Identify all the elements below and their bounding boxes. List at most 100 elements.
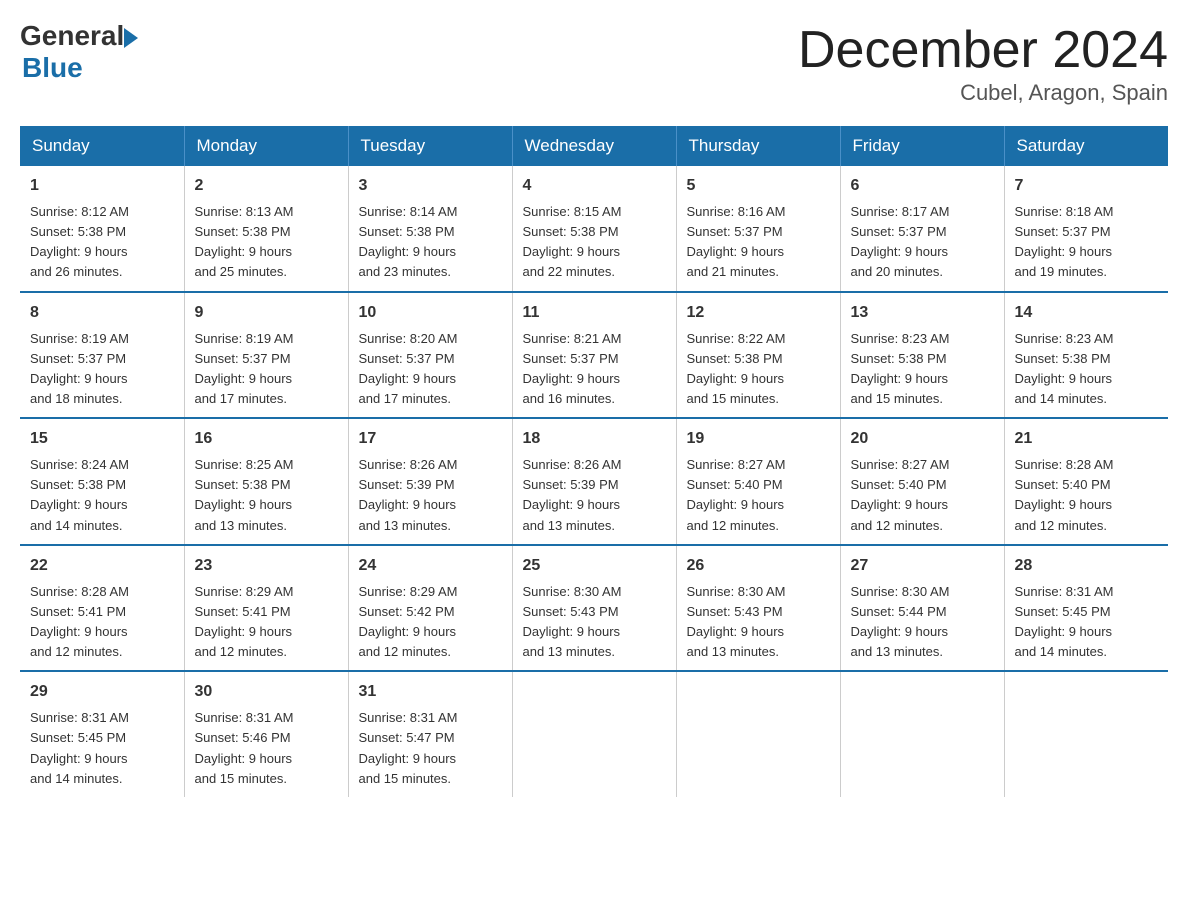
day-number: 23: [195, 554, 338, 578]
calendar-week-row: 22Sunrise: 8:28 AMSunset: 5:41 PMDayligh…: [20, 545, 1168, 672]
calendar-day-cell: 4 Sunrise: 8:15 AMSunset: 5:38 PMDaylight…: [512, 166, 676, 292]
calendar-day-cell: 30 Sunrise: 8:31 AMSunset: 5:46 PMDayligh…: [184, 671, 348, 797]
calendar-day-cell: 3 Sunrise: 8:14 AMSunset: 5:38 PMDaylight…: [348, 166, 512, 292]
day-number: 15: [30, 427, 174, 451]
calendar-header-row: SundayMondayTuesdayWednesdayThursdayFrid…: [20, 126, 1168, 166]
day-number: 29: [30, 680, 174, 704]
calendar-day-cell: 10Sunrise: 8:20 AMSunset: 5:37 PMDayligh…: [348, 292, 512, 419]
calendar-day-cell: 15 Sunrise: 8:24 AMSunset: 5:38 PMDayligh…: [20, 418, 184, 545]
day-info: Sunrise: 8:26 AMSunset: 5:39 PMDaylight:…: [359, 455, 502, 536]
day-info: Sunrise: 8:30 AMSunset: 5:43 PMDaylight:…: [523, 582, 666, 663]
day-info: Sunrise: 8:27 AMSunset: 5:40 PMDaylight:…: [687, 455, 830, 536]
day-info: Sunrise: 8:24 AMSunset: 5:38 PMDaylight:…: [30, 455, 174, 536]
calendar-week-row: 29 Sunrise: 8:31 AMSunset: 5:45 PMDayligh…: [20, 671, 1168, 797]
page-header: General Blue December 2024 Cubel, Aragon…: [20, 20, 1168, 106]
day-info: Sunrise: 8:31 AMSunset: 5:45 PMDaylight:…: [30, 708, 174, 789]
day-number: 26: [687, 554, 830, 578]
day-info: Sunrise: 8:19 AMSunset: 5:37 PMDaylight:…: [30, 329, 174, 410]
title-section: December 2024 Cubel, Aragon, Spain: [798, 20, 1168, 106]
day-number: 30: [195, 680, 338, 704]
calendar-day-cell: 18 Sunrise: 8:26 AMSunset: 5:39 PMDayligh…: [512, 418, 676, 545]
calendar-day-cell: 9 Sunrise: 8:19 AMSunset: 5:37 PMDaylight…: [184, 292, 348, 419]
day-info: Sunrise: 8:30 AMSunset: 5:44 PMDaylight:…: [851, 582, 994, 663]
day-number: 3: [359, 174, 502, 198]
calendar-day-cell: 5 Sunrise: 8:16 AMSunset: 5:37 PMDaylight…: [676, 166, 840, 292]
day-number: 4: [523, 174, 666, 198]
day-number: 25: [523, 554, 666, 578]
day-number: 16: [195, 427, 338, 451]
day-info: Sunrise: 8:28 AMSunset: 5:40 PMDaylight:…: [1015, 455, 1159, 536]
day-number: 20: [851, 427, 994, 451]
day-number: 28: [1015, 554, 1159, 578]
day-number: 19: [687, 427, 830, 451]
day-info: Sunrise: 8:23 AMSunset: 5:38 PMDaylight:…: [1015, 329, 1159, 410]
calendar-day-cell: 31 Sunrise: 8:31 AMSunset: 5:47 PMDayligh…: [348, 671, 512, 797]
calendar-day-cell: [1004, 671, 1168, 797]
calendar-day-cell: 1 Sunrise: 8:12 AMSunset: 5:38 PMDaylight…: [20, 166, 184, 292]
calendar-day-cell: 8 Sunrise: 8:19 AMSunset: 5:37 PMDaylight…: [20, 292, 184, 419]
day-number: 17: [359, 427, 502, 451]
day-of-week-header: Friday: [840, 126, 1004, 166]
calendar-week-row: 15 Sunrise: 8:24 AMSunset: 5:38 PMDayligh…: [20, 418, 1168, 545]
calendar-day-cell: [676, 671, 840, 797]
day-of-week-header: Monday: [184, 126, 348, 166]
calendar-day-cell: 17 Sunrise: 8:26 AMSunset: 5:39 PMDayligh…: [348, 418, 512, 545]
calendar-day-cell: 27 Sunrise: 8:30 AMSunset: 5:44 PMDayligh…: [840, 545, 1004, 672]
day-info: Sunrise: 8:31 AMSunset: 5:46 PMDaylight:…: [195, 708, 338, 789]
day-of-week-header: Thursday: [676, 126, 840, 166]
day-info: Sunrise: 8:27 AMSunset: 5:40 PMDaylight:…: [851, 455, 994, 536]
calendar-day-cell: 28Sunrise: 8:31 AMSunset: 5:45 PMDayligh…: [1004, 545, 1168, 672]
calendar-day-cell: [512, 671, 676, 797]
day-number: 5: [687, 174, 830, 198]
location-subtitle: Cubel, Aragon, Spain: [798, 80, 1168, 106]
logo-general-text: General: [20, 20, 124, 52]
day-info: Sunrise: 8:16 AMSunset: 5:37 PMDaylight:…: [687, 202, 830, 283]
day-number: 18: [523, 427, 666, 451]
day-info: Sunrise: 8:29 AMSunset: 5:42 PMDaylight:…: [359, 582, 502, 663]
day-number: 8: [30, 301, 174, 325]
day-info: Sunrise: 8:17 AMSunset: 5:37 PMDaylight:…: [851, 202, 994, 283]
calendar-day-cell: 24 Sunrise: 8:29 AMSunset: 5:42 PMDayligh…: [348, 545, 512, 672]
day-number: 11: [523, 301, 666, 325]
day-info: Sunrise: 8:14 AMSunset: 5:38 PMDaylight:…: [359, 202, 502, 283]
calendar-day-cell: [840, 671, 1004, 797]
calendar-day-cell: 20 Sunrise: 8:27 AMSunset: 5:40 PMDayligh…: [840, 418, 1004, 545]
calendar-week-row: 1 Sunrise: 8:12 AMSunset: 5:38 PMDaylight…: [20, 166, 1168, 292]
day-number: 2: [195, 174, 338, 198]
day-info: Sunrise: 8:28 AMSunset: 5:41 PMDaylight:…: [30, 582, 174, 663]
day-number: 12: [687, 301, 830, 325]
day-number: 6: [851, 174, 994, 198]
day-number: 9: [195, 301, 338, 325]
calendar-day-cell: 2Sunrise: 8:13 AMSunset: 5:38 PMDaylight…: [184, 166, 348, 292]
calendar-day-cell: 12Sunrise: 8:22 AMSunset: 5:38 PMDayligh…: [676, 292, 840, 419]
day-info: Sunrise: 8:21 AMSunset: 5:37 PMDaylight:…: [523, 329, 666, 410]
day-of-week-header: Saturday: [1004, 126, 1168, 166]
day-number: 27: [851, 554, 994, 578]
calendar-day-cell: 25 Sunrise: 8:30 AMSunset: 5:43 PMDayligh…: [512, 545, 676, 672]
calendar-day-cell: 21Sunrise: 8:28 AMSunset: 5:40 PMDayligh…: [1004, 418, 1168, 545]
day-info: Sunrise: 8:19 AMSunset: 5:37 PMDaylight:…: [195, 329, 338, 410]
calendar-day-cell: 13 Sunrise: 8:23 AMSunset: 5:38 PMDayligh…: [840, 292, 1004, 419]
day-number: 1: [30, 174, 174, 198]
day-number: 14: [1015, 301, 1159, 325]
day-of-week-header: Sunday: [20, 126, 184, 166]
day-info: Sunrise: 8:29 AMSunset: 5:41 PMDaylight:…: [195, 582, 338, 663]
day-number: 31: [359, 680, 502, 704]
day-number: 13: [851, 301, 994, 325]
day-info: Sunrise: 8:30 AMSunset: 5:43 PMDaylight:…: [687, 582, 830, 663]
day-number: 24: [359, 554, 502, 578]
day-info: Sunrise: 8:23 AMSunset: 5:38 PMDaylight:…: [851, 329, 994, 410]
day-info: Sunrise: 8:12 AMSunset: 5:38 PMDaylight:…: [30, 202, 174, 283]
calendar-day-cell: 22Sunrise: 8:28 AMSunset: 5:41 PMDayligh…: [20, 545, 184, 672]
calendar-day-cell: 29 Sunrise: 8:31 AMSunset: 5:45 PMDayligh…: [20, 671, 184, 797]
calendar-week-row: 8 Sunrise: 8:19 AMSunset: 5:37 PMDaylight…: [20, 292, 1168, 419]
day-info: Sunrise: 8:18 AMSunset: 5:37 PMDaylight:…: [1015, 202, 1159, 283]
day-info: Sunrise: 8:15 AMSunset: 5:38 PMDaylight:…: [523, 202, 666, 283]
day-info: Sunrise: 8:20 AMSunset: 5:37 PMDaylight:…: [359, 329, 502, 410]
calendar-day-cell: 11 Sunrise: 8:21 AMSunset: 5:37 PMDayligh…: [512, 292, 676, 419]
calendar-day-cell: 16Sunrise: 8:25 AMSunset: 5:38 PMDayligh…: [184, 418, 348, 545]
day-info: Sunrise: 8:31 AMSunset: 5:47 PMDaylight:…: [359, 708, 502, 789]
day-info: Sunrise: 8:26 AMSunset: 5:39 PMDaylight:…: [523, 455, 666, 536]
calendar-day-cell: 26 Sunrise: 8:30 AMSunset: 5:43 PMDayligh…: [676, 545, 840, 672]
day-number: 7: [1015, 174, 1159, 198]
